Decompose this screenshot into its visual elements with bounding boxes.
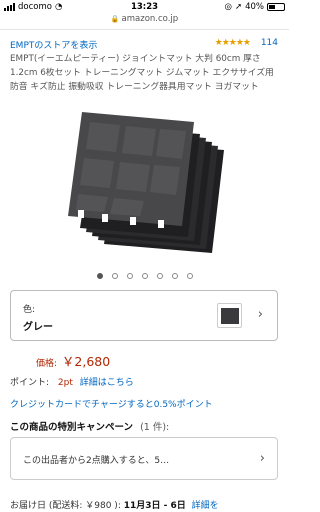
battery-icon: [267, 3, 285, 11]
pagination-dot[interactable]: [171, 273, 178, 279]
url-text: amazon.co.jp: [121, 14, 179, 24]
chevron-right-icon: ›: [259, 451, 265, 466]
rotation-lock-icon: ◎: [224, 2, 232, 12]
image-pagination[interactable]: [0, 273, 289, 279]
pagination-dot[interactable]: [126, 273, 133, 279]
store-link[interactable]: EMPTのストアを表示: [10, 41, 97, 51]
variant-label: 色:: [23, 305, 36, 315]
price-value: ￥2,680: [61, 354, 111, 369]
store-row: EMPTのストアを表示 ★★★★★ 114: [10, 38, 280, 51]
delivery-row: お届け日 (配送料: ￥980 ): 11月3日 - 6日 詳細を: [10, 498, 290, 511]
campaign-heading: この商品の特別キャンペーン (1 件):: [10, 419, 169, 433]
pagination-dot[interactable]: [156, 273, 163, 279]
location-icon: ➚: [234, 2, 243, 12]
campaign-card[interactable]: この出品者から2点購入すると、5… ›: [10, 437, 278, 480]
color-variant-selector[interactable]: 色: グレー ›: [10, 290, 278, 341]
variant-thumbnail: [217, 303, 242, 328]
points-label: ポイント:: [10, 378, 50, 388]
pagination-dot[interactable]: [111, 273, 118, 279]
status-bar: docomo ◔ 13:23 ◎ ➚ 40%: [0, 0, 289, 14]
points-row: ポイント: 2pt 詳細はこちら: [10, 375, 134, 388]
points-details-link[interactable]: 詳細はこちら: [80, 378, 134, 388]
pagination-dot[interactable]: [141, 273, 148, 279]
credit-card-promo-link[interactable]: クレジットカードでチャージすると0.5%ポイント: [10, 397, 213, 410]
product-image[interactable]: [60, 110, 230, 255]
campaign-item-text: この出品者から2点購入すると、5…: [23, 456, 170, 466]
price-row: 価格: ￥2,680: [36, 351, 110, 370]
lock-icon: 🔒: [110, 15, 120, 23]
rating-stars-icon[interactable]: ★★★★★: [215, 38, 251, 48]
points-value: 2pt: [57, 378, 73, 388]
price-label: 価格:: [36, 359, 58, 369]
pagination-dot[interactable]: [96, 273, 103, 279]
variant-value: グレー: [23, 322, 53, 333]
mat-stack: [68, 112, 224, 253]
campaign-title: この商品の特別キャンペーン: [10, 422, 134, 433]
product-title: EMPT(イーエムピーティー) ジョイントマット 大判 60cm 厚さ1.2cm…: [10, 54, 274, 92]
chevron-right-icon: ›: [257, 307, 263, 322]
delivery-prefix: お届け日 (配送料: ￥980 ):: [10, 501, 121, 511]
battery-percent: 40%: [245, 2, 264, 12]
pagination-dot[interactable]: [186, 273, 193, 279]
address-bar[interactable]: 🔒 amazon.co.jp: [0, 14, 289, 30]
delivery-dates: 11月3日 - 6日: [123, 501, 186, 511]
delivery-details-link[interactable]: 詳細を: [192, 501, 219, 511]
review-count-link[interactable]: 114: [261, 38, 278, 48]
campaign-count: (1 件):: [140, 422, 170, 433]
